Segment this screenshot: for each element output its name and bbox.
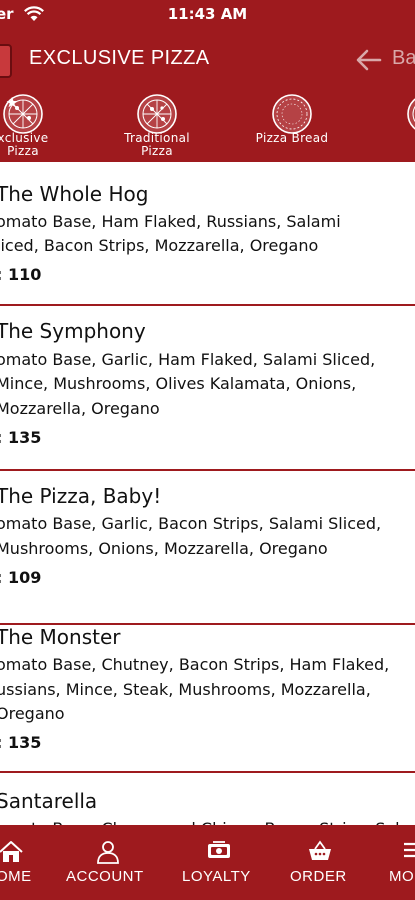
nav-loyalty[interactable]: LOYALTY	[178, 825, 258, 900]
item-price: : 110	[0, 265, 42, 284]
item-name: The Symphony	[0, 319, 146, 343]
restaurant-logo	[0, 44, 12, 78]
item-description-line: omato Base, Chutney, Bacon Strips, Ham F…	[0, 655, 390, 674]
page-title: EXCLUSIVE PIZZA	[29, 47, 210, 69]
item-description-line: omato Base, Garlic, Bacon Strips, Salami…	[0, 514, 382, 533]
nav-label: ACCOUNT	[66, 868, 144, 885]
list-item[interactable]: The Symphony omato Base, Garlic, Ham Fla…	[0, 306, 415, 471]
item-name: The Monster	[0, 625, 121, 649]
item-price: : 135	[0, 428, 42, 447]
status-time: 11:43 AM	[167, 5, 248, 23]
account-icon	[96, 840, 120, 868]
item-description-line: Mushrooms, Onions, Mozzarella, Oregano	[0, 539, 328, 558]
tab-label-line2: Pizza	[7, 144, 39, 158]
tab-next-category[interactable]: P	[372, 90, 415, 162]
back-button[interactable]: Ba	[392, 47, 415, 70]
item-description-line: Mince, Mushrooms, Olives Kalamata, Onion…	[0, 374, 357, 393]
loyalty-icon	[206, 840, 232, 866]
item-price: : 109	[0, 568, 42, 587]
item-description-line: Mozzarella, Oregano	[0, 399, 160, 418]
menu-list: The Whole Hog omato Base, Ham Flaked, Ru…	[0, 162, 415, 825]
item-description-line: omato Base, Garlic, Ham Flaked, Salami S…	[0, 350, 376, 369]
list-item[interactable]: Santarella omato Base, Cheese and Chives…	[0, 773, 415, 825]
status-bar: er 11:43 AM	[0, 0, 415, 30]
nav-label: OME	[0, 868, 32, 885]
tab-label-line1: P	[382, 132, 415, 145]
nav-more[interactable]: MO	[386, 825, 415, 900]
tab-pizza-bread[interactable]: Pizza Bread	[237, 90, 347, 162]
category-tabs: xclusive Pizza Traditional Pizza Pizza B…	[0, 90, 415, 162]
list-item[interactable]: The Pizza, Baby! omato Base, Garlic, Bac…	[0, 471, 415, 625]
item-name: The Pizza, Baby!	[0, 484, 162, 508]
item-description-line: liced, Bacon Strips, Mozzarella, Oregano	[0, 236, 319, 255]
nav-label: MO	[389, 868, 415, 885]
back-arrow-icon[interactable]	[356, 49, 382, 75]
item-description-line: ussians, Mince, Steak, Mushrooms, Mozzar…	[0, 680, 371, 699]
top-app-bar: EXCLUSIVE PIZZA Ba	[0, 30, 415, 90]
nav-home[interactable]: OME	[0, 825, 40, 900]
home-icon	[0, 840, 24, 868]
item-description-line: omato Base, Cheese and Chives, Bacon Str…	[0, 817, 415, 825]
item-description-line: Oregano	[0, 704, 65, 723]
nav-label: ORDER	[290, 868, 347, 885]
nav-label: LOYALTY	[182, 868, 251, 885]
tab-label-line2: Pizza	[141, 144, 173, 158]
list-item[interactable]: The Whole Hog omato Base, Ham Flaked, Ru…	[0, 162, 415, 306]
item-name: The Whole Hog	[0, 182, 149, 206]
bottom-nav: OME ACCOUNT LOYALTY ORDER MO	[0, 825, 415, 900]
item-description-line: omato Base, Ham Flaked, Russians, Salami	[0, 212, 341, 231]
tab-traditional-pizza[interactable]: Traditional Pizza	[102, 90, 212, 162]
basket-icon	[308, 840, 332, 866]
nav-account[interactable]: ACCOUNT	[62, 825, 154, 900]
more-icon	[402, 840, 415, 864]
list-item[interactable]: The Monster omato Base, Chutney, Bacon S…	[0, 625, 415, 773]
tab-label-line1: Pizza Bread	[255, 131, 329, 145]
tab-exclusive-pizza[interactable]: xclusive Pizza	[0, 90, 78, 162]
item-name: Santarella	[0, 789, 98, 813]
nav-order[interactable]: ORDER	[286, 825, 356, 900]
item-price: : 135	[0, 733, 42, 752]
